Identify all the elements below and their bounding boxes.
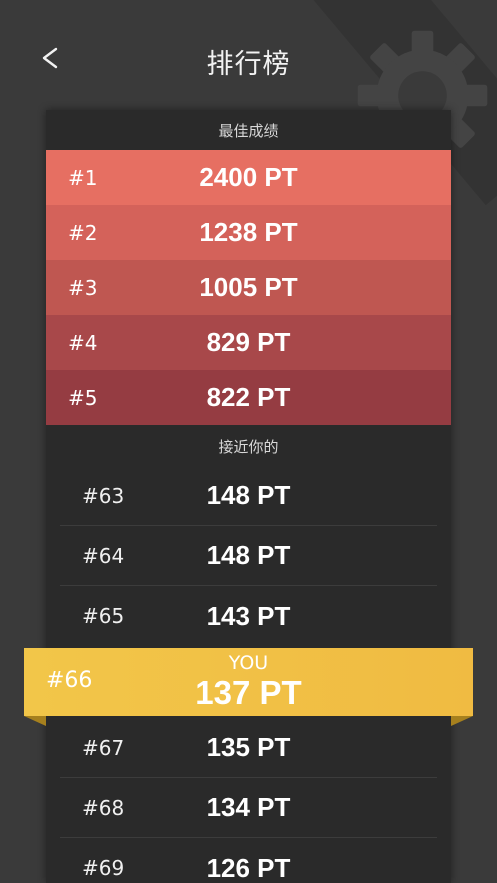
page-title: 排行榜 — [206, 49, 291, 80]
leaderboard-row[interactable]: #4 829 PT — [46, 315, 451, 370]
leaderboard-row[interactable]: #1 2400 PT — [46, 150, 451, 205]
best-scores-label: 最佳成绩 — [218, 122, 279, 140]
rank-label: #2 — [68, 220, 98, 245]
leaderboard-row[interactable]: #67 135 PT — [60, 718, 437, 778]
you-badge: YOU — [228, 652, 269, 674]
leaderboard-row[interactable]: #68 134 PT — [60, 778, 437, 838]
leaderboard-row[interactable]: #69 126 PT — [60, 838, 437, 883]
leaderboard-row[interactable]: #5 822 PT — [46, 370, 451, 425]
score-value: 143 PT — [206, 600, 291, 631]
leaderboard-panel: 最佳成绩 #1 2400 PT #2 1238 PT #3 1005 PT #4… — [46, 110, 451, 883]
score-value: 822 PT — [206, 382, 291, 412]
score-value: 148 PT — [206, 540, 291, 570]
header-bar: 排行榜 — [0, 0, 497, 110]
rank-label: #1 — [68, 165, 98, 190]
score-value: 148 PT — [206, 480, 291, 510]
leaderboard-row[interactable]: #65 143 PT — [60, 586, 437, 646]
current-user-row[interactable]: #66 YOU 137 PT — [24, 648, 473, 716]
score-value: 1238 PT — [199, 217, 298, 247]
current-user-score: 137 PT — [195, 674, 302, 711]
score-value: 134 PT — [206, 792, 291, 822]
leaderboard-row[interactable]: #2 1238 PT — [46, 205, 451, 260]
leaderboard-row[interactable]: #3 1005 PT — [46, 260, 451, 315]
leaderboard-row[interactable]: #63 148 PT — [60, 466, 437, 526]
rank-label: #4 — [68, 330, 98, 355]
score-value: 135 PT — [206, 732, 291, 762]
rank-label: #3 — [68, 275, 98, 300]
rank-label: #5 — [68, 385, 98, 410]
near-you-label: 接近你的 — [218, 438, 279, 456]
score-value: 2400 PT — [199, 162, 298, 192]
leaderboard-row[interactable]: #64 148 PT — [60, 526, 437, 586]
ribbon-fold-right — [451, 716, 473, 726]
ribbon-fold-left — [24, 716, 46, 726]
score-value: 1005 PT — [199, 272, 298, 302]
score-value: 126 PT — [206, 852, 291, 883]
score-value: 829 PT — [206, 327, 291, 357]
